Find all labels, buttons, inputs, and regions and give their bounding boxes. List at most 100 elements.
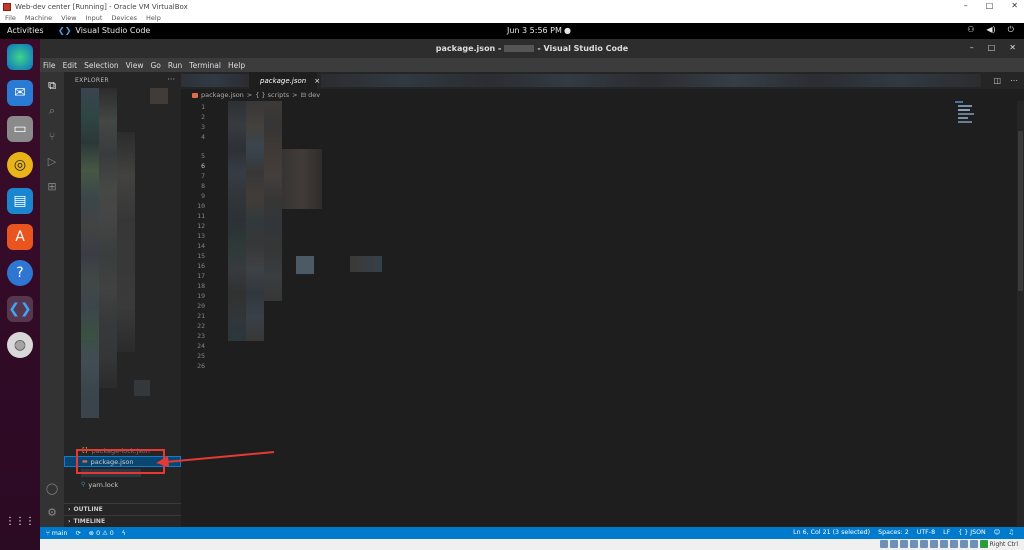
code-pixelated-block — [246, 101, 264, 341]
close-button[interactable]: ✕ — [1011, 1, 1018, 10]
run-debug-icon[interactable]: ▷ — [43, 152, 61, 170]
branch-status[interactable]: ⑂ main — [46, 530, 68, 537]
mouse-icon[interactable] — [969, 540, 978, 548]
vs-menu-terminal[interactable]: Terminal — [189, 61, 221, 70]
vscode-icon[interactable]: ❮❯ — [7, 296, 33, 322]
line-number: 1 — [201, 103, 205, 111]
breadcrumb-file[interactable]: package.json — [201, 91, 244, 99]
timeline-section[interactable]: › TIMELINE — [64, 515, 181, 526]
menu-input[interactable]: Input — [86, 14, 103, 22]
hdd-icon[interactable] — [879, 540, 888, 548]
system-tray[interactable]: ⚇ ◀) ⏻ — [967, 25, 1014, 35]
writer-glyph: ▤ — [13, 193, 27, 209]
software-icon[interactable]: A — [7, 224, 33, 250]
minimap-line — [958, 113, 974, 115]
line-number: 11 — [197, 212, 205, 220]
line-number: 23 — [197, 332, 205, 340]
cpu-icon[interactable] — [959, 540, 968, 548]
code-pixelated-block — [296, 256, 314, 274]
menu-file[interactable]: File — [5, 14, 16, 22]
menu-view[interactable]: View — [61, 14, 76, 22]
vscode-close-button[interactable]: ✕ — [1009, 43, 1016, 52]
maximize-button[interactable]: □ — [986, 1, 994, 10]
feedback-icon[interactable]: ☺ — [994, 529, 1001, 536]
vm-status-icons: Right Ctrl — [879, 540, 1018, 548]
sync-icon[interactable]: ⟳ — [76, 530, 81, 537]
rhythmbox-glyph: ◎ — [13, 157, 27, 173]
code-pixelated-block — [350, 256, 382, 272]
keyboard-icon[interactable] — [979, 540, 988, 548]
clock[interactable]: Jun 3 5:56 PM — [507, 26, 562, 35]
outline-section[interactable]: › OUTLINE — [64, 503, 181, 514]
menu-machine[interactable]: Machine — [25, 14, 52, 22]
source-control-icon[interactable]: ⑂ — [43, 127, 61, 145]
extensions-icon[interactable]: ⊞ — [43, 177, 61, 195]
breadcrumb-separator: > — [292, 91, 298, 99]
rhythmbox-icon[interactable]: ◎ — [7, 152, 33, 178]
file-tree-pixelated-block — [150, 88, 168, 104]
dvd-icon[interactable]: ◍ — [7, 332, 33, 358]
line-number: 13 — [197, 232, 205, 240]
account-icon[interactable]: ◯ — [43, 479, 61, 497]
outline-label: OUTLINE — [73, 505, 103, 513]
app-menu[interactable]: ❮❯ Visual Studio Code — [58, 26, 150, 35]
menu-devices[interactable]: Devices — [111, 14, 137, 22]
shared-folder-icon[interactable] — [929, 540, 938, 548]
split-editor-icon[interactable]: ◫ — [993, 76, 1001, 85]
file-item-yarn-lock[interactable]: ⚲ yarn.lock — [64, 479, 181, 490]
tab-package-json[interactable]: package.json × — [249, 72, 320, 89]
optical-icon[interactable] — [889, 540, 898, 548]
search-icon[interactable]: ⌕ — [43, 102, 61, 120]
eol-status[interactable]: LF — [943, 529, 950, 536]
arrow-head — [156, 456, 169, 467]
thunderbird-icon[interactable]: ✉ — [7, 80, 33, 106]
audio-icon[interactable] — [899, 540, 908, 548]
explorer-more-icon[interactable]: ··· — [167, 75, 175, 84]
encoding-status[interactable]: UTF-8 — [917, 529, 935, 536]
problems-status[interactable]: ⊗ 0 ⚠ 0 — [89, 530, 114, 537]
usb-icon[interactable] — [919, 540, 928, 548]
edge-icon[interactable] — [7, 44, 33, 70]
line-number-current: 6 — [201, 162, 205, 170]
menu-help[interactable]: Help — [146, 14, 161, 22]
breadcrumb-dev[interactable]: ⊟ dev — [301, 91, 320, 99]
more-actions-icon[interactable]: ⋯ — [1010, 76, 1018, 85]
activities-button[interactable]: Activities — [7, 26, 44, 35]
indentation-status[interactable]: Spaces: 2 — [878, 529, 909, 536]
editor-tabs-bar: package.json × ◫ ⋯ — [181, 72, 1024, 89]
record-icon[interactable] — [949, 540, 958, 548]
files-icon[interactable]: ▭ — [7, 116, 33, 142]
live-share-icon[interactable]: ϟ — [122, 530, 126, 537]
line-number: 3 — [201, 123, 205, 131]
minimap[interactable] — [955, 101, 995, 131]
vs-menu-help[interactable]: Help — [228, 61, 245, 70]
line-number: 15 — [197, 252, 205, 260]
writer-icon[interactable]: ▤ — [7, 188, 33, 214]
language-mode[interactable]: { } JSON — [958, 529, 986, 536]
vscode-maximize-button[interactable]: □ — [988, 43, 996, 52]
file-tree-pixelated-block — [117, 132, 135, 352]
display-icon[interactable] — [939, 540, 948, 548]
explorer-icon[interactable]: ⧉ — [43, 77, 61, 95]
gear-icon[interactable]: ⚙ — [43, 503, 61, 521]
editor-scrollbar[interactable] — [1017, 101, 1024, 527]
vs-menu-file[interactable]: File — [43, 61, 56, 70]
vscode-minimize-button[interactable]: – — [970, 43, 974, 52]
power-icon: ⏻ — [1007, 25, 1014, 34]
breadcrumb-scripts[interactable]: { } scripts — [255, 91, 289, 99]
line-number: 9 — [201, 192, 205, 200]
minimize-button[interactable]: – — [964, 1, 968, 10]
bell-icon[interactable]: ♫ — [1008, 529, 1014, 536]
vs-menu-run[interactable]: Run — [168, 61, 182, 70]
network-icon[interactable] — [909, 540, 918, 548]
vs-menu-selection[interactable]: Selection — [84, 61, 119, 70]
vs-menu-view[interactable]: View — [126, 61, 144, 70]
vs-menu-edit[interactable]: Edit — [63, 61, 78, 70]
vscode-glyph: ❮❯ — [8, 301, 32, 317]
tab-close-icon[interactable]: × — [314, 77, 320, 85]
show-apps-icon[interactable]: ⋮⋮⋮ — [5, 508, 35, 534]
vs-menu-go[interactable]: Go — [150, 61, 160, 70]
cursor-position[interactable]: Ln 6, Col 21 (3 selected) — [793, 529, 870, 536]
scrollbar-thumb[interactable] — [1018, 131, 1023, 291]
help-icon[interactable]: ? — [7, 260, 33, 286]
